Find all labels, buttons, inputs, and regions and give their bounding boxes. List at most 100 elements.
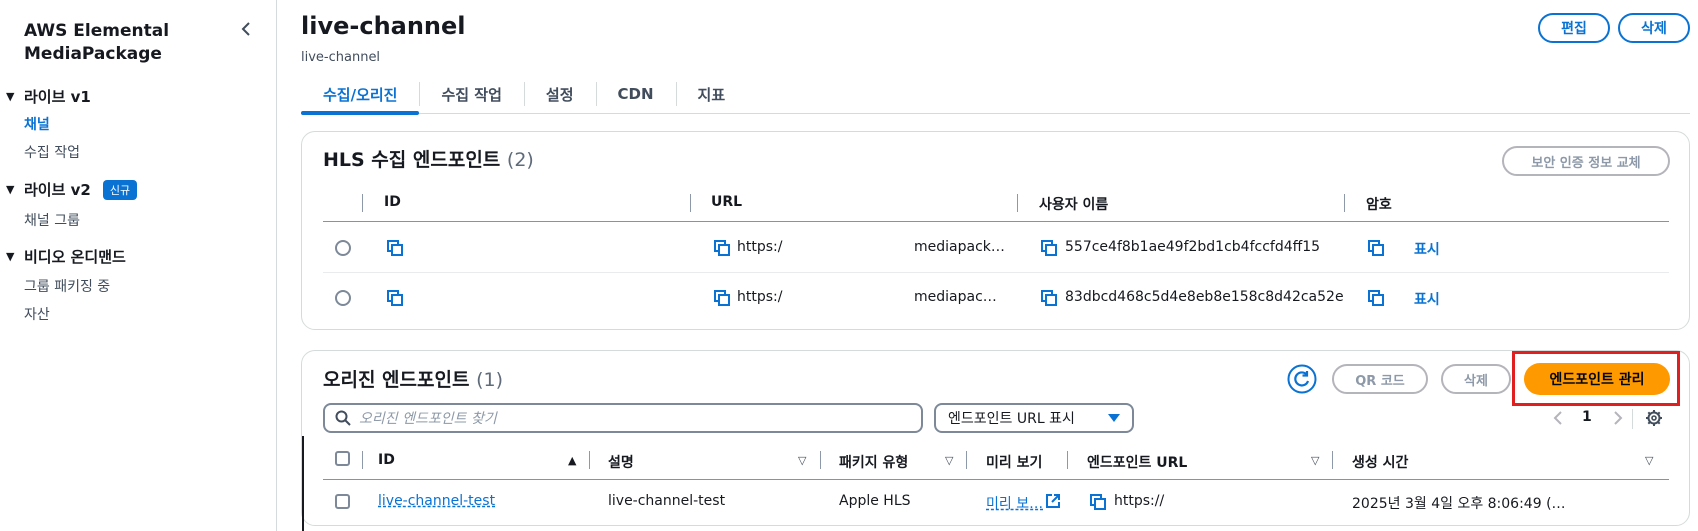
origin-endpoints-panel: 오리진 엔드포인트 (1) QR 코드 삭제 엔드포인트 관리 오리진 엔드포인… xyxy=(301,350,1690,531)
nav-item-channel-groups[interactable]: 채널 그룹 xyxy=(24,210,80,230)
endpoint-id-link[interactable]: live-channel-test xyxy=(378,493,495,509)
show-password-link[interactable]: 표시 xyxy=(1414,239,1440,259)
col-header-endpoint-url[interactable]: 엔드포인트 URL xyxy=(1087,452,1187,472)
caret-down-icon: ▼ xyxy=(6,183,15,196)
nav-section-label: 라이브 v2 xyxy=(24,181,91,199)
external-link-icon[interactable] xyxy=(1045,493,1061,509)
tab-ingest-origin[interactable]: 수집/오리진 xyxy=(301,74,420,115)
endpoint-description: live-channel-test xyxy=(608,493,726,509)
column-separator xyxy=(589,451,590,469)
search-icon xyxy=(335,410,351,426)
col-header-package-type[interactable]: 패키지 유형 xyxy=(839,452,908,472)
delete-channel-button[interactable]: 삭제 xyxy=(1618,13,1690,43)
header-divider xyxy=(323,221,1669,222)
nav-section-live-v2[interactable]: ▼ 라이브 v2 신규 xyxy=(6,179,138,200)
new-badge: 신규 xyxy=(102,179,138,200)
column-separator xyxy=(1017,194,1018,212)
copy-icon[interactable] xyxy=(386,239,404,257)
table-left-border xyxy=(302,436,304,531)
show-password-link[interactable]: 표시 xyxy=(1414,289,1440,309)
highlight-annotation xyxy=(1512,351,1680,406)
col-header-id[interactable]: ID xyxy=(378,452,395,468)
nav-item-channels[interactable]: 채널 xyxy=(24,114,50,134)
rotate-credentials-button[interactable]: 보안 인증 정보 교체 xyxy=(1502,146,1670,176)
col-header-password: 암호 xyxy=(1366,197,1392,213)
column-separator xyxy=(966,451,967,469)
url-prefix: https:/ xyxy=(737,289,783,305)
col-header-created[interactable]: 생성 시간 xyxy=(1352,452,1408,472)
page-number[interactable]: 1 xyxy=(1582,409,1592,425)
username-value: 83dbcd468c5d4e8eb8e158c8d42ca52e xyxy=(1065,289,1344,305)
tab-metrics[interactable]: 지표 xyxy=(675,74,748,114)
origin-panel-title: 오리진 엔드포인트 (1) xyxy=(323,365,503,392)
row-checkbox[interactable] xyxy=(335,494,350,509)
url-host: mediapack… xyxy=(914,239,1005,255)
col-header-url: URL xyxy=(711,194,743,210)
endpoint-url-select[interactable]: 엔드포인트 URL 표시 xyxy=(934,403,1134,433)
copy-icon[interactable] xyxy=(386,289,404,307)
panel-title-text: HLS 수집 엔드포인트 xyxy=(323,149,501,171)
nav-section-vod[interactable]: ▼ 비디오 온디맨드 xyxy=(6,246,126,267)
caret-down-icon: ▼ xyxy=(6,90,15,103)
copy-icon[interactable] xyxy=(713,289,731,307)
row-select-radio[interactable] xyxy=(335,240,351,256)
hls-ingest-panel: HLS 수집 엔드포인트 (2) 보안 인증 정보 교체 ID URL 사용자 … xyxy=(301,131,1690,330)
sort-icon[interactable]: ▽ xyxy=(945,454,953,467)
preview-link[interactable]: 미리 보… xyxy=(986,493,1043,513)
panel-title-text: 오리진 엔드포인트 xyxy=(323,369,470,391)
search-input[interactable]: 오리진 엔드포인트 찾기 xyxy=(323,403,923,433)
row-select-radio[interactable] xyxy=(335,290,351,306)
package-type: Apple HLS xyxy=(839,493,911,509)
col-header-username: 사용자 이름 xyxy=(1039,197,1109,213)
next-page-icon[interactable] xyxy=(1612,411,1624,425)
sort-icon[interactable]: ▽ xyxy=(798,454,806,467)
sort-ascending-icon[interactable]: ▲ xyxy=(568,454,576,467)
nav-section-label: 비디오 온디맨드 xyxy=(24,248,126,266)
sidebar: AWS Elemental MediaPackage ▼ 라이브 v1 채널 수… xyxy=(0,0,277,531)
tab-bar: 수집/오리진 수집 작업 설정 CDN 지표 xyxy=(301,74,1690,115)
url-prefix: https:/ xyxy=(737,239,783,255)
copy-icon[interactable] xyxy=(1367,239,1385,257)
service-title[interactable]: AWS Elemental MediaPackage xyxy=(24,20,214,66)
prev-page-icon[interactable] xyxy=(1552,411,1564,425)
copy-icon[interactable] xyxy=(713,239,731,257)
column-separator xyxy=(1332,451,1333,469)
row-divider xyxy=(323,272,1669,273)
sort-icon[interactable]: ▽ xyxy=(1311,454,1319,467)
hls-panel-title: HLS 수집 엔드포인트 (2) xyxy=(323,145,534,172)
username-value: 557ce4f8b1ae49f2bd1cb4fccfd4ff15 xyxy=(1065,239,1321,255)
copy-icon[interactable] xyxy=(1367,289,1385,307)
delete-endpoint-button[interactable]: 삭제 xyxy=(1441,364,1511,394)
url-host: mediapac… xyxy=(914,289,997,305)
tab-settings[interactable]: 설정 xyxy=(523,74,596,114)
endpoint-url-value: https:// xyxy=(1114,493,1165,509)
col-header-preview: 미리 보기 xyxy=(986,455,1043,471)
refresh-icon[interactable] xyxy=(1287,364,1317,394)
pagination-divider xyxy=(1632,409,1633,429)
copy-icon[interactable] xyxy=(1040,239,1058,257)
nav-item-harvest-jobs[interactable]: 수집 작업 xyxy=(24,142,80,162)
search-placeholder: 오리진 엔드포인트 찾기 xyxy=(359,411,497,427)
page-title: live-channel xyxy=(301,12,466,40)
created-time: 2025년 3월 4일 오후 8:06:49 (… xyxy=(1352,496,1566,512)
col-header-description[interactable]: 설명 xyxy=(608,452,634,472)
select-all-checkbox[interactable] xyxy=(335,451,350,466)
page-subtitle: live-channel xyxy=(301,50,381,65)
tab-harvest-jobs[interactable]: 수집 작업 xyxy=(419,74,523,114)
nav-item-packaging-groups[interactable]: 그룹 패키징 중 xyxy=(24,276,110,296)
column-separator xyxy=(1344,194,1345,212)
column-separator xyxy=(1067,451,1068,469)
copy-icon[interactable] xyxy=(1040,289,1058,307)
sort-icon[interactable]: ▽ xyxy=(1645,454,1653,467)
column-separator xyxy=(362,194,363,212)
nav-section-live-v1[interactable]: ▼ 라이브 v1 xyxy=(6,86,91,107)
nav-item-assets[interactable]: 자산 xyxy=(24,304,50,324)
copy-icon[interactable] xyxy=(1089,493,1107,511)
caret-down-icon: ▼ xyxy=(6,250,15,263)
panel-count: (2) xyxy=(506,149,534,171)
gear-icon[interactable] xyxy=(1645,409,1663,427)
tab-cdn[interactable]: CDN xyxy=(595,74,676,114)
edit-button[interactable]: 편집 xyxy=(1538,13,1610,43)
qr-code-button[interactable]: QR 코드 xyxy=(1332,364,1428,394)
collapse-sidebar-icon[interactable] xyxy=(238,20,256,38)
